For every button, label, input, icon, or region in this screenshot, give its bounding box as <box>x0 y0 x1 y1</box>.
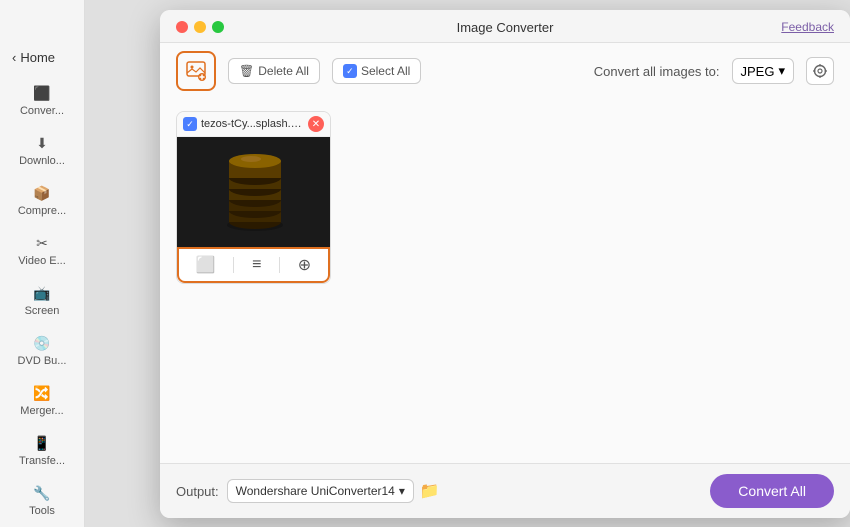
sidebar-item-convert[interactable]: ⬛ Conver... <box>0 75 84 125</box>
list-icon[interactable]: ≡ <box>252 256 261 274</box>
screen-icon: 📺 <box>32 283 52 303</box>
home-icon: ‹ <box>12 50 16 65</box>
convert-all-button[interactable]: Convert All <box>710 474 834 508</box>
home-label: Home <box>20 50 55 65</box>
divider <box>279 257 280 273</box>
main-area: Image Converter Feedback 🗑 Delete All ✓ <box>85 0 850 527</box>
file-checkbox[interactable]: ✓ <box>183 117 197 131</box>
add-image-button[interactable] <box>176 51 216 91</box>
output-path-selector[interactable]: Wondershare UniConverter14 ▾ <box>227 479 414 503</box>
content-area: ✓ tezos-tCy...splash.jpg ✕ <box>160 99 850 463</box>
maximize-button[interactable] <box>212 21 224 33</box>
sidebar-item-transfer[interactable]: 📱 Transfe... <box>0 425 84 475</box>
remove-image-button[interactable]: ✕ <box>308 116 324 132</box>
image-card-header: ✓ tezos-tCy...splash.jpg ✕ <box>177 112 330 137</box>
merger-icon: 🔀 <box>32 383 52 403</box>
chevron-down-icon: ▾ <box>778 63 785 79</box>
zoom-icon[interactable]: ⊕ <box>298 255 311 275</box>
filename-label: tezos-tCy...splash.jpg <box>201 118 304 130</box>
titlebar: Image Converter Feedback <box>160 10 850 43</box>
transfer-icon: 📱 <box>32 433 52 453</box>
minimize-button[interactable] <box>194 21 206 33</box>
image-preview <box>177 137 331 247</box>
close-button[interactable] <box>176 21 188 33</box>
image-action-bar: ⬜ ≡ ⊕ <box>177 247 330 283</box>
window-controls <box>176 21 224 33</box>
output-label: Output: <box>176 484 219 499</box>
sidebar-item-tools[interactable]: 🔧 Tools <box>0 475 84 525</box>
image-item-card: ✓ tezos-tCy...splash.jpg ✕ <box>176 111 331 284</box>
divider <box>233 257 234 273</box>
tools-icon: 🔧 <box>32 483 52 503</box>
delete-all-button[interactable]: 🗑 Delete All <box>228 58 320 84</box>
chevron-down-icon: ▾ <box>399 484 405 498</box>
trash-icon: 🗑 <box>239 64 254 78</box>
browse-folder-icon[interactable]: 📁 <box>420 481 440 501</box>
convert-format-label: Convert all images to: <box>594 64 720 79</box>
select-all-checkbox: ✓ <box>343 64 357 78</box>
image-converter-modal: Image Converter Feedback 🗑 Delete All ✓ <box>160 10 850 518</box>
sidebar-item-home[interactable]: ‹ Home <box>0 40 84 75</box>
dvd-icon: 💿 <box>32 333 52 353</box>
format-settings-button[interactable] <box>806 57 834 85</box>
compress-icon: 📦 <box>32 183 52 203</box>
download-icon: ⬇ <box>32 133 52 153</box>
video-edit-icon: ✂ <box>32 233 52 253</box>
sidebar-item-merger[interactable]: 🔀 Merger... <box>0 375 84 425</box>
sidebar-item-compress[interactable]: 📦 Compre... <box>0 175 84 225</box>
convert-icon: ⬛ <box>32 83 52 103</box>
feedback-link[interactable]: Feedback <box>781 20 834 34</box>
format-dropdown[interactable]: JPEG ▾ <box>732 58 795 84</box>
modal-title: Image Converter <box>457 20 554 35</box>
footer: Output: Wondershare UniConverter14 ▾ 📁 C… <box>160 463 850 518</box>
crop-icon[interactable]: ⬜ <box>196 255 216 275</box>
sidebar-item-dvd[interactable]: 💿 DVD Bu... <box>0 325 84 375</box>
sidebar-item-video-edit[interactable]: ✂ Video E... <box>0 225 84 275</box>
toolbar: 🗑 Delete All ✓ Select All Convert all im… <box>160 43 850 99</box>
sidebar-item-screen[interactable]: 📺 Screen <box>0 275 84 325</box>
select-all-button[interactable]: ✓ Select All <box>332 58 421 84</box>
coin-preview-image <box>215 150 295 235</box>
sidebar-item-download[interactable]: ⬇ Downlo... <box>0 125 84 175</box>
sidebar: ‹ Home ⬛ Conver... ⬇ Downlo... 📦 Compre.… <box>0 0 85 527</box>
